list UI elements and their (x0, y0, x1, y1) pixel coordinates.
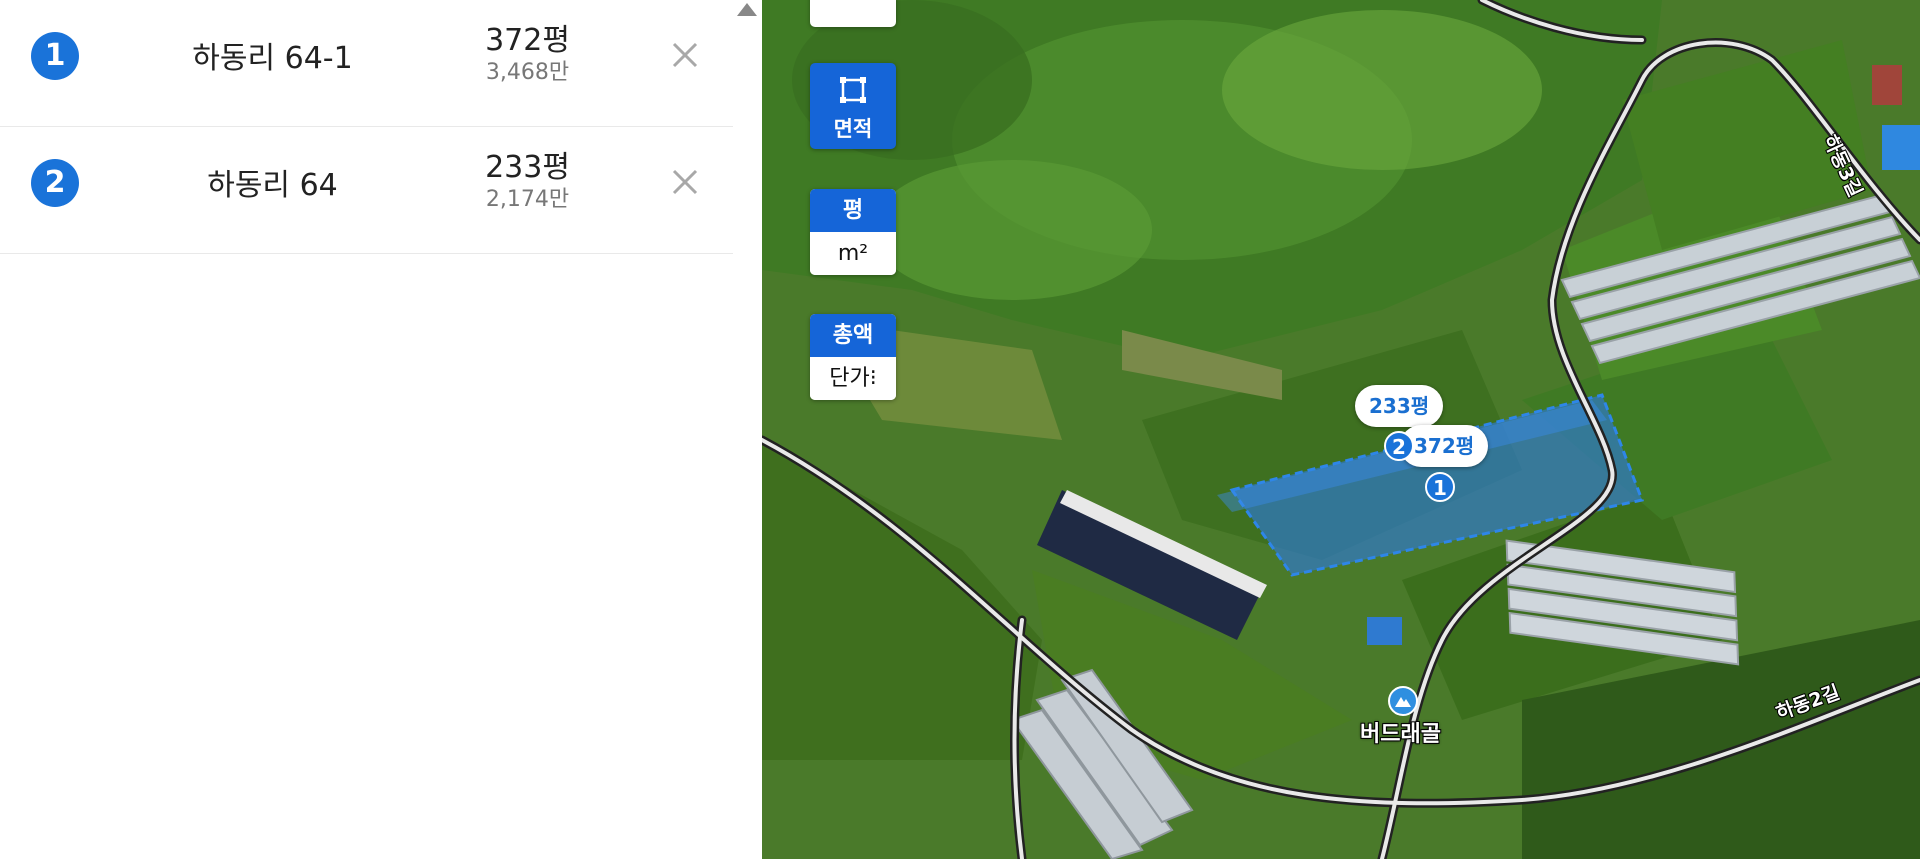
satellite-map[interactable]: 면적 평 m² 총액 단가⁝ 233평 372평 2 1 버드래골 하동3길 하… (762, 0, 1920, 859)
parcel-list-panel: 1 하동리 64-1 372평 3,468만 2 하동리 64 233평 2,1… (0, 0, 762, 859)
parcel-area: 372평 (485, 23, 570, 58)
parcel-address: 하동리 64-1 (192, 41, 353, 76)
unit-toggle: 평 m² (810, 189, 896, 275)
place-name-label[interactable]: 버드래골 (1360, 716, 1441, 748)
parcel-price: 3,468만 (485, 60, 570, 85)
parcel-list: 1 하동리 64-1 372평 3,468만 2 하동리 64 233평 2,1… (0, 0, 733, 254)
remove-parcel-button[interactable] (665, 35, 705, 75)
polygon-select-icon (840, 77, 866, 103)
unit-sqm-option[interactable]: m² (810, 232, 896, 275)
parcel-price: 2,174만 (485, 187, 570, 212)
map-control-partial[interactable] (810, 0, 896, 27)
map-area-label-2[interactable]: 233평 (1355, 385, 1444, 427)
scrollbar[interactable] (733, 0, 762, 859)
map-parcel-pin-1[interactable]: 1 (1425, 472, 1455, 502)
scroll-up-arrow-icon[interactable] (737, 3, 757, 16)
parcel-number-badge: 1 (31, 32, 79, 80)
place-marker-icon[interactable] (1388, 686, 1418, 716)
total-price-option[interactable]: 총액 (810, 314, 896, 357)
unit-pyeong-option[interactable]: 평 (810, 189, 896, 232)
parcel-row-2[interactable]: 2 하동리 64 233평 2,174만 (0, 127, 733, 254)
unit-price-option[interactable]: 단가⁝ (810, 357, 896, 400)
remove-parcel-button[interactable] (665, 162, 705, 202)
parcel-number-badge: 2 (31, 159, 79, 207)
mountain-icon (1395, 697, 1411, 707)
map-parcel-pin-2[interactable]: 2 (1384, 431, 1414, 461)
price-mode-toggle: 총액 단가⁝ (810, 314, 896, 400)
parcel-row-1[interactable]: 1 하동리 64-1 372평 3,468만 (0, 0, 733, 127)
close-icon (672, 169, 698, 195)
close-icon (672, 42, 698, 68)
area-measure-label: 면적 (833, 117, 873, 141)
parcel-area: 233평 (485, 150, 570, 185)
satellite-imagery (762, 0, 1920, 859)
parcel-address: 하동리 64 (207, 168, 338, 203)
area-measure-button[interactable]: 면적 (810, 63, 896, 149)
